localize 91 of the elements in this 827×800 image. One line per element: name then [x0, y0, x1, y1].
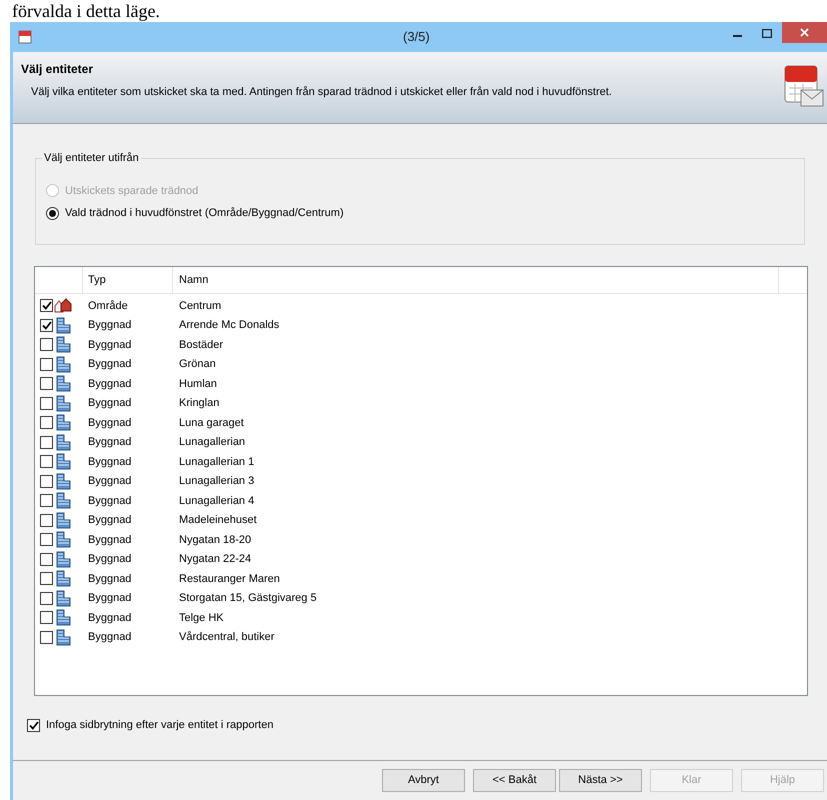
checkbox[interactable]: [40, 318, 53, 332]
checkbox[interactable]: [40, 611, 53, 624]
checkbox[interactable]: [40, 455, 53, 468]
type-cell-text: Byggnad: [87, 396, 132, 411]
checkbox[interactable]: [40, 299, 53, 312]
building-icon: [54, 394, 72, 412]
group-legend: Välj entiteter utifrån: [42, 150, 141, 166]
name-cell-text: Grönan: [178, 357, 217, 372]
building-icon: [54, 472, 72, 490]
houses-icon: [54, 298, 72, 314]
checkbox[interactable]: [40, 396, 53, 410]
type-cell-text: Byggnad: [87, 513, 132, 528]
building-icon: [54, 628, 72, 646]
type-cell-text: Byggnad: [87, 376, 132, 392]
name-cell-text: Kringlan: [178, 396, 220, 411]
name-cell-text: Bostäder: [178, 338, 224, 352]
name-cell-text: Lunagallerian 3: [178, 474, 256, 489]
building-icon: [54, 512, 72, 529]
column-header[interactable]: Typ: [83, 267, 173, 293]
building-icon: [54, 336, 72, 354]
checkmark-icon: [28, 720, 38, 730]
dialog-button[interactable]: << Bakåt: [473, 769, 556, 792]
header-description: Välj vilka entiteter som utskicket ska ta med. Antingen från sparad trädnod i utskicket eller från vald nod i huvudfönstret.: [30, 85, 612, 100]
checkbox[interactable]: [40, 377, 53, 390]
name-cell-text: Storgatan 15, Gästgivareg 5: [178, 591, 318, 606]
type-cell-text: Byggnad: [87, 357, 132, 372]
building-icon: [54, 609, 72, 626]
type-cell-text: Byggnad: [87, 474, 132, 489]
header-title: Välj entiteter: [21, 61, 94, 78]
building-icon: [54, 356, 72, 373]
type-cell-text: Byggnad: [87, 591, 132, 606]
building-icon: [54, 434, 72, 451]
checkbox[interactable]: [40, 338, 53, 352]
type-cell-text: Byggnad: [87, 416, 132, 430]
name-cell-text: Nygatan 18-20: [178, 532, 252, 548]
type-cell-text: Byggnad: [87, 454, 132, 470]
name-cell-text: Restauranger Maren: [178, 572, 281, 586]
type-cell-text: Område: [87, 298, 129, 314]
calendar-app-icon: [18, 30, 32, 44]
page-break-checkbox-label[interactable]: Infoga sidbrytning efter varje entitet i rapporten: [27, 717, 805, 734]
name-cell-text: Madeleinehuset: [178, 513, 258, 528]
type-cell-text: Byggnad: [87, 552, 132, 567]
maximize-icon: [762, 28, 772, 38]
checkbox[interactable]: [40, 592, 53, 605]
name-cell-text: Telge HK: [178, 610, 225, 626]
dialog-button[interactable]: Avbryt: [382, 769, 465, 792]
page-caption: förvalda i detta läge.: [12, 0, 160, 22]
checkbox[interactable]: [40, 514, 53, 527]
name-cell-text: Arrende Mc Donalds: [178, 318, 280, 333]
checkbox[interactable]: [40, 572, 53, 586]
dialog-button[interactable]: Nästa >>: [559, 769, 642, 792]
checkbox[interactable]: [40, 630, 53, 644]
type-cell-text: Byggnad: [87, 338, 132, 352]
name-cell-text: Vårdcentral, butiker: [178, 630, 276, 645]
building-icon: [54, 550, 72, 568]
building-icon: [54, 531, 72, 548]
close-button[interactable]: [782, 22, 827, 43]
checkbox[interactable]: [40, 474, 53, 488]
name-cell-text: Lunagallerian 4: [178, 494, 256, 508]
type-cell-text: Byggnad: [87, 494, 132, 508]
type-cell-text: Byggnad: [87, 630, 132, 645]
checkbox[interactable]: [40, 358, 53, 371]
name-cell-text: Lunagallerian: [178, 435, 246, 450]
name-cell-text: Nygatan 22-24: [178, 552, 252, 567]
building-icon: [54, 453, 72, 470]
building-icon: [54, 414, 72, 432]
checkbox[interactable]: [27, 718, 40, 732]
building-icon: [54, 570, 72, 588]
name-cell-text: Lunagallerian 1: [178, 454, 256, 470]
building-icon: [54, 316, 72, 334]
radio-option[interactable]: Vald trädnod i huvudfönstret (Område/Byggnad/Centrum): [46, 205, 794, 222]
name-cell-text: Humlan: [178, 376, 218, 392]
type-cell-text: Byggnad: [87, 435, 132, 450]
type-cell-text: Byggnad: [87, 610, 132, 626]
minimize-icon: [732, 35, 742, 37]
close-icon: [800, 28, 809, 37]
type-cell-text: Byggnad: [87, 318, 132, 333]
type-cell-text: Byggnad: [87, 532, 132, 548]
building-icon: [54, 492, 72, 510]
checkbox[interactable]: [40, 552, 53, 566]
checkbox[interactable]: [40, 436, 53, 449]
building-icon: [54, 375, 72, 392]
type-cell-text: Byggnad: [87, 572, 132, 586]
column-header[interactable]: Namn: [173, 267, 779, 293]
checkbox[interactable]: [40, 533, 53, 546]
window-title: (3/5): [403, 28, 430, 46]
checkbox[interactable]: [40, 416, 53, 430]
name-cell-text: Luna garaget: [178, 416, 245, 430]
checkbox[interactable]: [40, 494, 53, 508]
building-icon: [54, 590, 72, 607]
name-cell-text: Centrum: [178, 298, 222, 314]
